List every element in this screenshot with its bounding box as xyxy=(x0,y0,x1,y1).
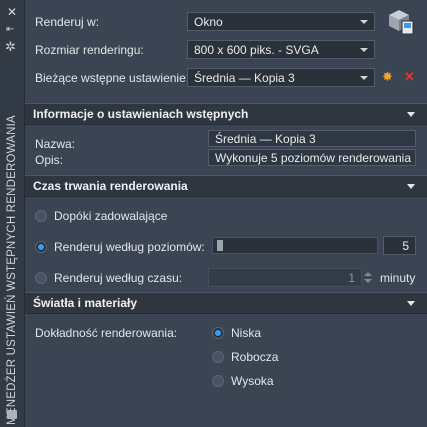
levels-spinner[interactable]: 5 xyxy=(383,236,416,255)
current-preset-label: Bieżące wstępne ustawienie: xyxy=(35,71,190,85)
time-value: 1 xyxy=(348,271,355,285)
current-preset-value: Średnia — Kopia 3 xyxy=(194,71,295,85)
levels-value: 5 xyxy=(402,239,409,253)
new-preset-icon[interactable]: ✸ xyxy=(382,69,393,85)
render-in-label: Renderuj w: xyxy=(35,15,100,29)
accuracy-high-label: Wysoka xyxy=(231,374,274,388)
current-preset-dropdown[interactable]: Średnia — Kopia 3 xyxy=(187,68,375,87)
preset-info-header-label: Informacje o ustawieniach wstępnych xyxy=(33,107,249,121)
lights-materials-header[interactable]: Światła i materiały xyxy=(25,292,427,314)
render-in-dropdown[interactable]: Okno xyxy=(187,12,375,31)
radio-accuracy-draft[interactable] xyxy=(212,351,224,363)
delete-preset-icon[interactable]: ✕ xyxy=(404,69,415,85)
chevron-down-icon xyxy=(407,301,415,306)
render-window-icon[interactable] xyxy=(386,7,416,37)
render-size-value: 800 x 600 piks. - SVGA xyxy=(194,43,319,57)
chevron-down-icon xyxy=(407,184,415,189)
preset-name-field[interactable]: Średnia — Kopia 3 xyxy=(208,130,416,147)
preset-name-value: Średnia — Kopia 3 xyxy=(215,132,316,146)
accuracy-low-label: Niska xyxy=(231,326,262,340)
render-accuracy-label: Dokładność renderowania: xyxy=(35,326,178,340)
arrow-up-icon[interactable] xyxy=(364,272,372,276)
levels-slider-thumb[interactable] xyxy=(217,240,223,251)
until-satisfactory-label: Dopóki zadowalające xyxy=(54,209,168,223)
arrow-down-icon[interactable] xyxy=(364,279,372,283)
time-spinner[interactable]: 1 xyxy=(208,268,362,287)
levels-slider[interactable] xyxy=(212,237,378,254)
close-icon[interactable]: ✕ xyxy=(7,5,17,19)
chevron-down-icon xyxy=(360,20,368,24)
chevron-down-icon xyxy=(407,112,415,117)
accuracy-draft-label: Robocza xyxy=(231,350,279,364)
chevron-down-icon xyxy=(360,76,368,80)
time-unit-label: minuty xyxy=(380,271,416,285)
preset-desc-value: Wykonuje 5 poziomów renderowania xyxy=(215,151,411,165)
radio-accuracy-low[interactable] xyxy=(212,327,224,339)
render-in-value: Okno xyxy=(194,15,223,29)
preset-name-label: Nazwa: xyxy=(35,137,76,151)
radio-until-satisfactory[interactable] xyxy=(35,210,47,222)
chevron-down-icon xyxy=(360,48,368,52)
radio-by-levels[interactable] xyxy=(35,241,47,253)
by-time-label: Renderuj według czasu: xyxy=(54,271,183,285)
render-size-label: Rozmiar renderingu: xyxy=(35,43,144,57)
autohide-icon[interactable]: ⇤ xyxy=(6,24,14,35)
radio-by-time[interactable] xyxy=(35,272,47,284)
duration-header-label: Czas trwania renderowania xyxy=(33,179,188,193)
time-spinner-arrows[interactable] xyxy=(364,268,372,287)
palette-titlebar: ✕ ⇤ ✲ MENEDŻER USTAWIEŃ WSTĘPNYCH RENDER… xyxy=(0,0,25,427)
duration-header[interactable]: Czas trwania renderowania xyxy=(25,175,427,197)
preset-info-header[interactable]: Informacje o ustawieniach wstępnych xyxy=(25,103,427,125)
preset-desc-label: Opis: xyxy=(35,153,64,167)
menu-icon[interactable] xyxy=(7,410,17,419)
render-presets-content: Renderuj w: Okno Rozmiar renderingu: 800… xyxy=(25,0,427,427)
by-levels-label: Renderuj według poziomów: xyxy=(54,240,205,254)
properties-gear-icon[interactable]: ✲ xyxy=(5,39,16,55)
lights-materials-header-label: Światła i materiały xyxy=(33,296,138,310)
radio-accuracy-high[interactable] xyxy=(212,375,224,387)
render-size-dropdown[interactable]: 800 x 600 piks. - SVGA xyxy=(187,40,375,59)
palette-title: MENEDŻER USTAWIEŃ WSTĘPNYCH RENDEROWANIA xyxy=(6,115,18,425)
preset-desc-field[interactable]: Wykonuje 5 poziomów renderowania xyxy=(208,149,416,166)
